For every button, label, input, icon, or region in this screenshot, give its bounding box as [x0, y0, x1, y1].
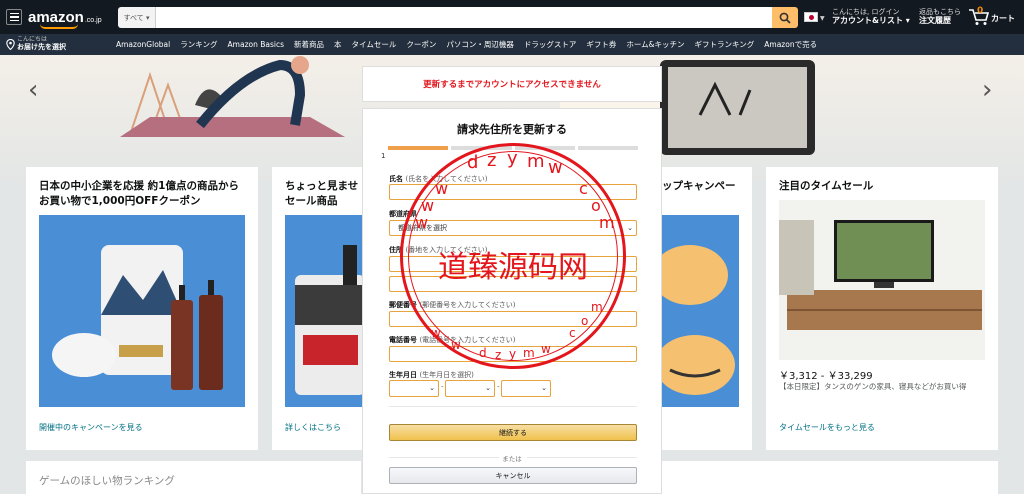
- zip-input[interactable]: [389, 311, 637, 327]
- card-title: ちょっと見ませ セール商品: [285, 180, 359, 207]
- sub-nav-link[interactable]: クーポン: [406, 39, 436, 50]
- address-input-2[interactable]: [389, 276, 637, 292]
- birth-day-select[interactable]: ⌄: [501, 380, 551, 397]
- sub-nav-link[interactable]: ギフトランキング: [694, 39, 754, 50]
- phone-input[interactable]: [389, 346, 637, 362]
- sub-nav-link[interactable]: ギフト券: [586, 39, 616, 50]
- chevron-down-icon: ⌄: [627, 224, 633, 232]
- amazon-box-illustration: [660, 245, 735, 395]
- sub-nav: こんにちは お届け先を選択 AmazonGlobal ランキング Amazon …: [0, 34, 1024, 55]
- language-caret-icon: ▼: [820, 15, 825, 22]
- modal-title: 請求先住所を更新する: [457, 123, 567, 136]
- card-link[interactable]: タイムセールをもっと見る: [779, 422, 875, 433]
- sub-nav-link[interactable]: パソコン・周辺機器: [446, 39, 514, 50]
- chevron-down-icon: ⌄: [485, 384, 491, 392]
- prefecture-select[interactable]: 都道府県を選択 ⌄: [389, 220, 637, 236]
- step-number: 1: [381, 152, 386, 160]
- promo-card-smb: 日本の中小企業を応援 約1億点の商品からお買い物で1,000円OFFクーポン 開…: [26, 167, 258, 450]
- price-range: ￥3,312 - ￥33,299: [779, 371, 873, 382]
- divider: [527, 457, 637, 458]
- sub-nav-link[interactable]: 新着商品: [294, 39, 324, 50]
- carousel-next-button[interactable]: ›: [982, 75, 992, 105]
- continue-button[interactable]: 継続する: [389, 424, 637, 441]
- card-description: 【本日限定】タンスのゲンの家具、寝具などがお買い得: [779, 382, 967, 391]
- progress-step: [451, 146, 512, 150]
- address-input-1[interactable]: [389, 256, 637, 272]
- card-title: 日本の中小企業を応援 約1億点の商品からお買い物で1,000円OFFクーポン: [39, 180, 239, 207]
- progress-step: [514, 146, 575, 150]
- amazon-logo[interactable]: amazon.co.jp: [28, 10, 102, 29]
- phone-label: 電話番号 (電話番号を入力してください): [389, 336, 516, 344]
- card-image[interactable]: [39, 215, 245, 407]
- search-button[interactable]: [772, 7, 798, 28]
- cart-label: カート: [991, 14, 1015, 23]
- billing-address-modal: 請求先住所を更新する 1 氏名 (氏名を入力してください) 都道府県 都道府県を…: [362, 108, 662, 494]
- logo-smile-icon: [40, 24, 78, 29]
- name-label: 氏名 (氏名を入力してください): [389, 175, 488, 183]
- card-title: ゲームのほしい物ランキング: [39, 475, 175, 487]
- account-menu[interactable]: こんにちは, ログイン アカウント&リスト ▾: [832, 8, 910, 25]
- chevron-down-icon: ⌄: [429, 384, 435, 392]
- chevron-down-icon: ⌄: [541, 384, 547, 392]
- sub-nav-link[interactable]: Amazon Basics: [228, 40, 284, 49]
- search-input[interactable]: [156, 7, 772, 28]
- promo-card-time-sale: 注目のタイムセール ￥3,312 - ￥33,299 【本日限定】タンスのゲンの…: [766, 167, 998, 450]
- warning-banner: 更新するまでアカウントにアクセスできません: [362, 66, 662, 102]
- orders-link[interactable]: 返品もこちら 注文履歴: [919, 8, 961, 25]
- cart-count: 0: [977, 6, 984, 16]
- account-lists-label: アカウント&リスト ▾: [832, 16, 910, 26]
- card-image[interactable]: [660, 215, 739, 407]
- carousel-prev-button[interactable]: ‹: [28, 75, 38, 105]
- sub-nav-link[interactable]: AmazonGlobal: [116, 40, 170, 49]
- zip-label: 郵便番号 (郵便番号を入力してください): [389, 301, 516, 309]
- name-input[interactable]: [389, 184, 637, 200]
- card-image[interactable]: [779, 200, 985, 360]
- sub-nav-link[interactable]: タイムセール: [352, 39, 397, 50]
- search-icon: [779, 12, 791, 24]
- sub-nav-link[interactable]: ホーム&キッチン: [626, 39, 684, 50]
- sub-nav-links: AmazonGlobal ランキング Amazon Basics 新着商品 本 …: [116, 34, 817, 55]
- progress-step-active: [388, 146, 449, 150]
- search-category-select[interactable]: すべて ▾: [118, 7, 156, 28]
- sub-nav-link[interactable]: ドラッグストア: [524, 39, 577, 50]
- product-photo-tv-stand: [779, 220, 982, 330]
- sub-nav-link[interactable]: ランキング: [180, 39, 217, 50]
- japan-flag-icon[interactable]: [804, 12, 818, 22]
- promo-card-sale: ちょっと見ませ セール商品 詳しくはこちら: [272, 167, 364, 450]
- card-link[interactable]: 詳しくはこちら: [285, 422, 341, 433]
- cart-button[interactable]: 0 カート: [968, 6, 1015, 26]
- divider: [389, 406, 637, 407]
- birthdate-label: 生年月日 (生年月日を選択): [389, 371, 474, 379]
- birth-year-select[interactable]: ⌄: [389, 380, 439, 397]
- account-greeting: こんにちは, ログイン: [832, 8, 900, 16]
- date-separator: -: [441, 383, 444, 391]
- sub-nav-link[interactable]: 本: [334, 39, 342, 50]
- cancel-button[interactable]: キャンセル: [389, 467, 637, 484]
- date-separator: -: [497, 383, 500, 391]
- prefecture-label: 都道府県: [389, 210, 417, 218]
- promo-card-campaign: ップキャンペー: [660, 167, 752, 450]
- progress-steps: [388, 146, 638, 150]
- birth-month-select[interactable]: ⌄: [445, 380, 495, 397]
- deliver-to-button[interactable]: こんにちは お届け先を選択: [6, 36, 66, 51]
- menu-icon[interactable]: [6, 9, 22, 25]
- card-title: ップキャンペー: [662, 180, 736, 192]
- search-bar: すべて ▾: [118, 7, 798, 28]
- product-photo-rice-and-shampoo: [52, 245, 223, 390]
- ranking-card: ゲームのほしい物ランキング: [26, 461, 361, 494]
- ranking-card-right: [660, 461, 998, 494]
- product-photo-protein: [295, 245, 364, 395]
- card-image[interactable]: [285, 215, 364, 407]
- location-pin-icon: [6, 38, 15, 50]
- card-title: 注目のタイムセール: [779, 180, 874, 192]
- or-separator: または: [502, 455, 522, 463]
- progress-step: [577, 146, 638, 150]
- sub-nav-link[interactable]: Amazonで売る: [764, 39, 817, 50]
- address-label: 住所 (番地を入力してください): [389, 246, 488, 254]
- card-link[interactable]: 開催中のキャンペーンを見る: [39, 422, 143, 433]
